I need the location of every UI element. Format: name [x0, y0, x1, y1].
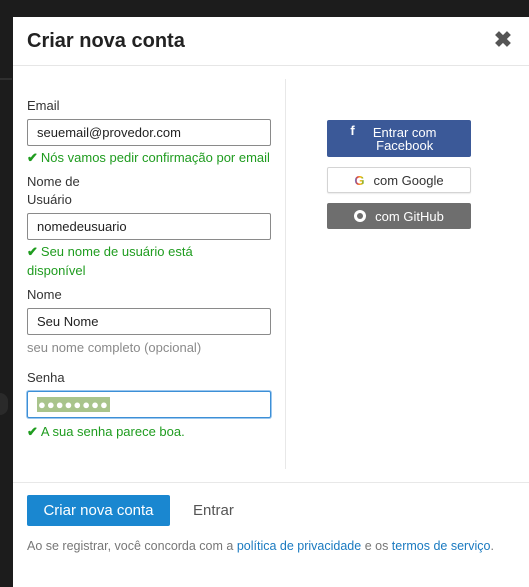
column-divider — [285, 79, 286, 469]
password-label: Senha — [27, 370, 65, 385]
github-icon — [354, 210, 367, 222]
username-status-text: Seu nome de usuário está disponível — [27, 244, 193, 278]
name-field[interactable] — [27, 308, 271, 335]
background-element — [0, 393, 8, 415]
password-field[interactable]: ●●●●●●●● — [27, 391, 271, 418]
password-value: ●●●●●●●● — [37, 397, 110, 412]
email-status: ✔ Nós vamos pedir confirmação por email — [27, 148, 273, 167]
footer-divider — [13, 482, 529, 483]
check-icon: ✔ — [27, 424, 38, 439]
github-label: com GitHub — [375, 208, 444, 224]
password-status: ✔ A sua senha parece boa. — [27, 422, 273, 441]
email-status-text: Nós vamos pedir confirmação por email — [40, 150, 270, 165]
terms-middle: e os — [361, 539, 392, 553]
create-account-button[interactable]: Criar nova conta — [27, 495, 170, 526]
signup-form: Email ✔Nós vamos pedir confirmação por e… — [27, 97, 273, 441]
check-icon: ✔ — [27, 244, 38, 259]
close-icon[interactable]: ✖ — [493, 29, 513, 51]
terms-text: Ao se registrar, você concorda com a pol… — [27, 539, 494, 553]
google-icon: G — [354, 172, 365, 188]
google-login-button[interactable]: G com Google — [327, 167, 471, 193]
username-label: Nome de Usuário — [27, 174, 80, 207]
facebook-label: Entrar com Facebook — [372, 124, 437, 153]
github-login-button[interactable]: com GitHub — [327, 203, 471, 229]
facebook-login-button[interactable]: f Entrar com Facebook — [327, 120, 471, 157]
terms-of-service-link[interactable]: termos de serviço — [392, 539, 491, 553]
background-tab — [0, 52, 12, 80]
social-login: f Entrar com Facebook G com Google com G… — [327, 120, 471, 229]
email-field[interactable] — [27, 119, 271, 146]
terms-prefix: Ao se registrar, você concorda com a — [27, 539, 237, 553]
password-status-text: A sua senha parece boa. — [40, 424, 185, 439]
username-status: ✔ Seu nome de usuário está disponível — [27, 242, 227, 280]
modal-title: Criar nova conta — [27, 30, 185, 52]
name-label: Nome — [27, 287, 62, 302]
modal-header: Criar nova conta ✖ — [13, 17, 529, 66]
terms-suffix: . — [490, 539, 494, 553]
facebook-icon: f — [350, 123, 355, 138]
email-label: Email — [27, 98, 60, 113]
privacy-policy-link[interactable]: política de privacidade — [237, 539, 361, 553]
username-field[interactable] — [27, 213, 271, 240]
google-label: com Google — [373, 172, 444, 188]
check-icon: ✔ — [27, 150, 38, 165]
signup-modal: Criar nova conta ✖ Email ✔Nós vamos pedi… — [13, 17, 529, 587]
name-hint: seu nome completo (opcional) — [27, 340, 202, 355]
login-link[interactable]: Entrar — [193, 502, 234, 519]
